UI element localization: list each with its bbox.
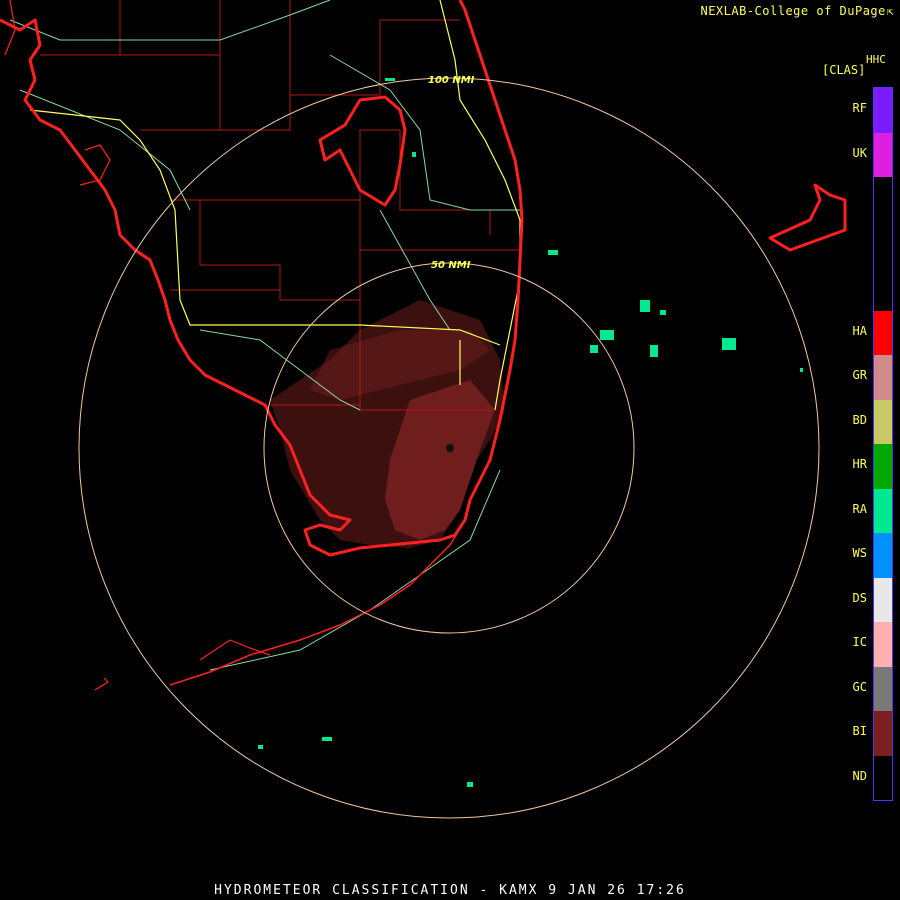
radar-map: 50 NMI 100 NMI	[0, 0, 900, 900]
legend-swatch	[874, 755, 892, 800]
legend-swatch	[874, 399, 892, 444]
legend-swatch	[874, 577, 892, 622]
legend-label-hr: HR	[852, 457, 867, 472]
credit-label: NEXLAB-College of DuPage⇱	[700, 4, 894, 18]
legend-swatch	[874, 132, 892, 177]
legend-swatch	[874, 177, 892, 222]
legend-color-bar	[873, 87, 893, 801]
legend-label-gr: GR	[852, 368, 867, 383]
legend-swatch	[874, 488, 892, 533]
range-ring-100-label: 100 NMI	[428, 75, 475, 86]
legend-label-ds: DS	[852, 590, 867, 605]
footer-caption: HYDROMETEOR CLASSIFICATION - KAMX 9 JAN …	[214, 883, 686, 898]
legend-swatch	[874, 355, 892, 400]
legend-label-bd: BD	[852, 412, 867, 427]
legend-label-ra: RA	[852, 501, 867, 516]
cursor-arrow-icon[interactable]: ⇱	[887, 5, 894, 18]
legend-swatch	[874, 711, 892, 756]
legend-swatch	[874, 310, 892, 355]
legend-label-uk: UK	[852, 145, 867, 160]
legend-label-ws: WS	[852, 546, 867, 561]
legend-label-gc: GC	[852, 679, 867, 694]
legend-label-nd: ND	[852, 768, 867, 783]
range-ring-50-label: 50 NMI	[431, 260, 471, 271]
credit-text: NEXLAB-College of DuPage	[700, 4, 886, 18]
legend-swatch	[874, 266, 892, 311]
legend-swatch	[874, 666, 892, 711]
legend-unit: [CLAS]	[822, 63, 866, 77]
radar-site-marker	[446, 444, 454, 452]
legend-label-rf: RF	[852, 101, 867, 116]
legend-swatch	[874, 88, 892, 133]
legend-label-ic: IC	[852, 635, 867, 650]
legend-product: HHC	[866, 53, 886, 66]
legend-swatch	[874, 533, 892, 578]
legend-label-ha: HA	[852, 323, 867, 338]
legend-label-bi: BI	[852, 724, 867, 739]
legend-swatch	[874, 221, 892, 266]
legend-swatch	[874, 622, 892, 667]
legend-swatch	[874, 444, 892, 489]
